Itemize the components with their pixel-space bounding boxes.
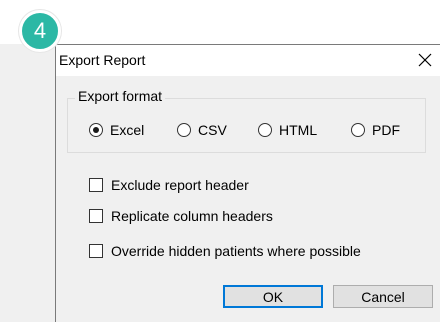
checkbox-override-hidden-patients-label: Override hidden patients where possible [111,243,361,259]
radio-pdf-indicator [351,123,365,137]
radio-excel-label: Excel [110,122,145,138]
radio-html-indicator [258,123,272,137]
checkbox-replicate-column-headers-label: Replicate column headers [111,208,273,224]
export-format-legend: Export format [75,88,166,104]
ok-button[interactable]: OK [223,285,323,308]
radio-csv-label: CSV [198,122,227,138]
radio-excel[interactable]: Excel [89,121,144,139]
dialog-title: Export Report [59,52,146,68]
checkbox-override-hidden-patients-box [89,244,103,258]
radio-csv[interactable]: CSV [177,121,227,139]
checkbox-replicate-column-headers-box [89,209,103,223]
checkbox-override-hidden-patients[interactable]: Override hidden patients where possible [89,242,361,260]
radio-excel-indicator [89,123,103,137]
checkbox-replicate-column-headers[interactable]: Replicate column headers [89,207,273,225]
dialog-titlebar: Export Report [56,45,440,76]
close-icon[interactable] [415,50,435,70]
radio-csv-indicator [177,123,191,137]
radio-pdf-label: PDF [372,122,400,138]
radio-pdf[interactable]: PDF [351,121,400,139]
checkbox-exclude-report-header-label: Exclude report header [111,177,249,193]
checkbox-exclude-report-header-box [89,178,103,192]
radio-html-label: HTML [279,122,318,138]
radio-html[interactable]: HTML [258,121,317,139]
background-top [0,0,440,44]
step-number-badge: 4 [19,10,61,52]
cancel-button[interactable]: Cancel [333,285,433,308]
checkbox-exclude-report-header[interactable]: Exclude report header [89,176,249,194]
